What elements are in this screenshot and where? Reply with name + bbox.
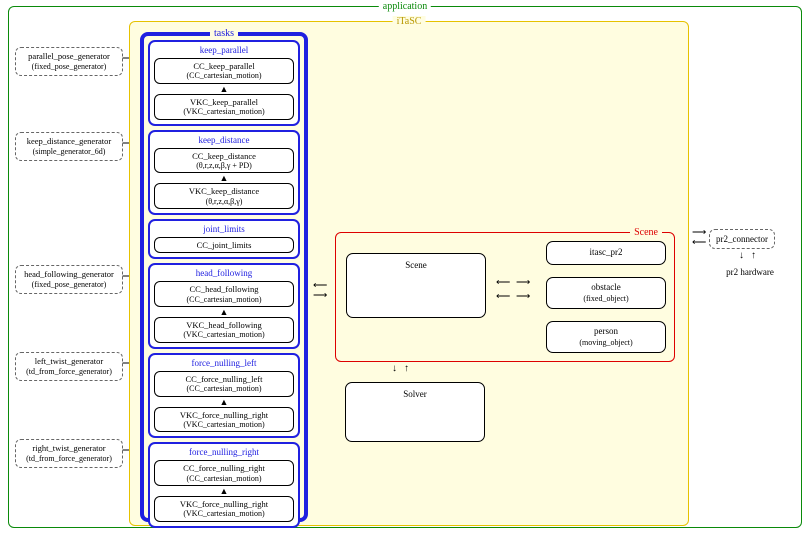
vkc-type: (VKC_cartesian_motion) [157, 509, 291, 519]
itasc-label: iTaSC [393, 16, 426, 27]
cc-name: CC_force_nulling_left [157, 374, 291, 384]
generator-name: head_following_generator [18, 269, 120, 280]
arrow-left-icon: ⟵ [692, 239, 706, 247]
cc-box: CC_force_nulling_right (CC_cartesian_mot… [154, 460, 294, 486]
generator-keep-distance: keep_distance_generator (simple_generato… [15, 132, 123, 161]
cc-box: CC_joint_limits [154, 237, 294, 253]
scene-box: Scene [346, 253, 486, 318]
cc-type: (CC_cartesian_motion) [157, 71, 291, 81]
generator-type: (fixed_pose_generator) [18, 280, 120, 290]
pr2-connector-label: pr2_connector [716, 234, 768, 244]
cc-box: CC_keep_distance (θ,r,z,α,β,γ + PD) [154, 148, 294, 174]
vkc-type: (VKC_cartesian_motion) [157, 420, 291, 430]
task-joint-limits: joint_limits CC_joint_limits [148, 219, 300, 259]
itasc-pr2-label: itasc_pr2 [590, 247, 623, 258]
application-label: application [379, 1, 431, 12]
arrow-up-icon: ▲ [152, 175, 296, 181]
task-title: keep_parallel [152, 44, 296, 56]
arrow-right-icon: ⟶ [313, 292, 327, 300]
cc-type: (CC_cartesian_motion) [157, 384, 291, 394]
vkc-type: (θ,r,z,α,β,γ) [157, 197, 291, 207]
generator-name: left_twist_generator [18, 356, 120, 367]
task-force-nulling-right: force_nulling_right CC_force_nulling_rig… [148, 442, 300, 528]
vkc-name: VKC_force_nulling_right [157, 499, 291, 509]
scene-box-label: Scene [405, 260, 427, 271]
itasc-pr2-box: itasc_pr2 [546, 241, 666, 265]
vkc-type: (VKC_cartesian_motion) [157, 107, 291, 117]
itasc-frame: iTaSC tasks keep_parallel CC_keep_parall… [129, 21, 689, 526]
task-title: force_nulling_left [152, 357, 296, 369]
cc-box: CC_force_nulling_left (CC_cartesian_moti… [154, 371, 294, 397]
generator-name: parallel_pose_generator [18, 51, 120, 62]
task-keep-parallel: keep_parallel CC_keep_parallel (CC_carte… [148, 40, 300, 126]
tasks-label: tasks [210, 28, 238, 39]
arrow-right-icon: ⟶ [516, 279, 530, 287]
obstacle-name: obstacle [591, 282, 621, 293]
task-title: joint_limits [152, 223, 296, 235]
vkc-type: (VKC_cartesian_motion) [157, 330, 291, 340]
scene-frame: Scene Scene itasc_pr2 obstacle (fixed_ob… [335, 232, 675, 362]
cc-name: CC_joint_limits [157, 240, 291, 250]
cc-name: CC_keep_distance [157, 151, 291, 161]
tasks-frame: tasks keep_parallel CC_keep_parallel (CC… [140, 32, 308, 522]
generator-type: (td_from_force_generator) [18, 454, 120, 464]
cc-name: CC_head_following [157, 284, 291, 294]
task-title: head_following [152, 267, 296, 279]
pr2-connector-box: pr2_connector [709, 229, 775, 249]
generator-head-following: head_following_generator (fixed_pose_gen… [15, 265, 123, 294]
task-keep-distance: keep_distance CC_keep_distance (θ,r,z,α,… [148, 130, 300, 216]
person-type: (moving_object) [579, 338, 632, 348]
generator-right-twist: right_twist_generator (td_from_force_gen… [15, 439, 123, 468]
arrow-up-icon: ▲ [152, 309, 296, 315]
person-box: person (moving_object) [546, 321, 666, 353]
vkc-box: VKC_force_nulling_right (VKC_cartesian_m… [154, 407, 294, 433]
obstacle-box: obstacle (fixed_object) [546, 277, 666, 309]
vkc-name: VKC_force_nulling_right [157, 410, 291, 420]
solver-label: Solver [403, 389, 427, 400]
task-title: force_nulling_right [152, 446, 296, 458]
vkc-name: VKC_keep_distance [157, 186, 291, 196]
generator-name: right_twist_generator [18, 443, 120, 454]
arrow-left-icon: ⟵ [496, 293, 510, 301]
cc-type: (θ,r,z,α,β,γ + PD) [157, 161, 291, 171]
generator-type: (fixed_pose_generator) [18, 62, 120, 72]
generator-name: keep_distance_generator [18, 136, 120, 147]
arrow-right-icon: ⟶ [516, 293, 530, 301]
vkc-box: VKC_keep_parallel (VKC_cartesian_motion) [154, 94, 294, 120]
generator-type: (td_from_force_generator) [18, 367, 120, 377]
task-title: keep_distance [152, 134, 296, 146]
arrow-down-icon: ↓ [392, 364, 397, 374]
generator-left-twist: left_twist_generator (td_from_force_gene… [15, 352, 123, 381]
application-frame: application parallel_pose_generator (fix… [8, 6, 802, 528]
task-force-nulling-left: force_nulling_left CC_force_nulling_left… [148, 353, 300, 439]
obstacle-type: (fixed_object) [583, 294, 628, 304]
arrow-down-icon: ↓ [739, 251, 744, 261]
cc-name: CC_force_nulling_right [157, 463, 291, 473]
task-head-following: head_following CC_head_following (CC_car… [148, 263, 300, 349]
arrow-left-icon: ⟵ [313, 282, 327, 290]
person-name: person [594, 326, 618, 337]
arrow-up-icon: ▲ [152, 488, 296, 494]
arrow-right-icon: ⟶ [692, 229, 706, 237]
cc-type: (CC_cartesian_motion) [157, 474, 291, 484]
vkc-name: VKC_keep_parallel [157, 97, 291, 107]
cc-name: CC_keep_parallel [157, 61, 291, 71]
vkc-box: VKC_force_nulling_right (VKC_cartesian_m… [154, 496, 294, 522]
vkc-name: VKC_head_following [157, 320, 291, 330]
generator-parallel: parallel_pose_generator (fixed_pose_gene… [15, 47, 123, 76]
arrow-up-icon: ▲ [152, 86, 296, 92]
cc-box: CC_keep_parallel (CC_cartesian_motion) [154, 58, 294, 84]
solver-box: Solver [345, 382, 485, 442]
vkc-box: VKC_head_following (VKC_cartesian_motion… [154, 317, 294, 343]
pr2-hardware-label: pr2 hardware [715, 267, 785, 277]
generator-type: (simple_generator_6d) [18, 147, 120, 157]
arrow-up-icon: ↑ [404, 364, 409, 374]
cc-type: (CC_cartesian_motion) [157, 295, 291, 305]
arrow-left-icon: ⟵ [496, 279, 510, 287]
cc-box: CC_head_following (CC_cartesian_motion) [154, 281, 294, 307]
vkc-box: VKC_keep_distance (θ,r,z,α,β,γ) [154, 183, 294, 209]
arrow-up-icon: ▲ [152, 399, 296, 405]
scene-label: Scene [630, 227, 662, 238]
arrow-up-icon: ↑ [751, 251, 756, 261]
